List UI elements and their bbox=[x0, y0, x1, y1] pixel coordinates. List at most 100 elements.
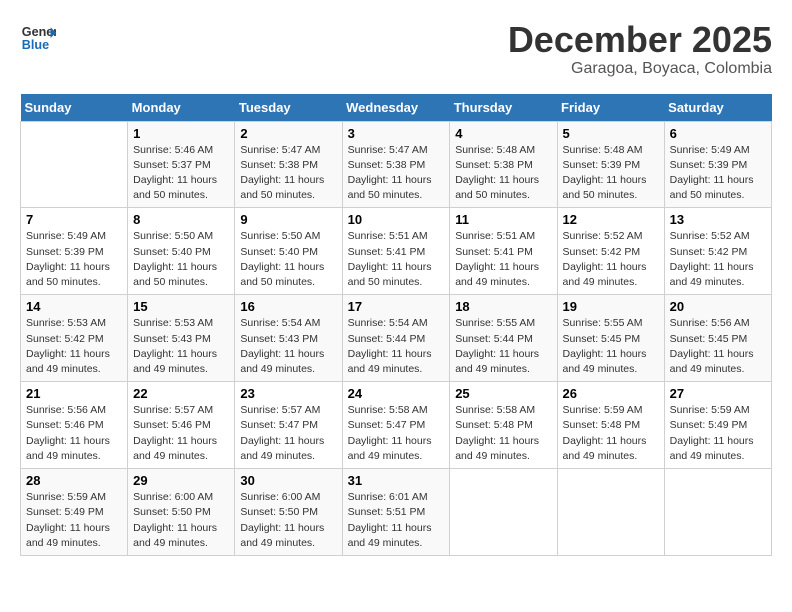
calendar-cell: 2 Sunrise: 5:47 AM Sunset: 5:38 PM Daylig… bbox=[235, 121, 342, 208]
calendar-cell: 3 Sunrise: 5:47 AM Sunset: 5:38 PM Daylig… bbox=[342, 121, 450, 208]
day-info: Sunrise: 5:58 AM Sunset: 5:47 PM Dayligh… bbox=[348, 403, 445, 464]
calendar-cell: 7 Sunrise: 5:49 AM Sunset: 5:39 PM Daylig… bbox=[21, 208, 128, 295]
calendar-cell: 21 Sunrise: 5:56 AM Sunset: 5:46 PM Dayli… bbox=[21, 382, 128, 469]
day-number: 25 bbox=[455, 386, 551, 401]
day-info: Sunrise: 5:53 AM Sunset: 5:43 PM Dayligh… bbox=[133, 316, 229, 377]
day-info: Sunrise: 5:57 AM Sunset: 5:47 PM Dayligh… bbox=[240, 403, 336, 464]
day-info: Sunrise: 5:59 AM Sunset: 5:49 PM Dayligh… bbox=[670, 403, 766, 464]
calendar-week-1: 1 Sunrise: 5:46 AM Sunset: 5:37 PM Daylig… bbox=[21, 121, 772, 208]
calendar-cell: 18Sunrise: 5:55 AM Sunset: 5:44 PM Dayli… bbox=[450, 295, 557, 382]
weekday-header-sunday: Sunday bbox=[21, 94, 128, 122]
day-number: 19 bbox=[563, 299, 659, 314]
day-info: Sunrise: 5:54 AM Sunset: 5:44 PM Dayligh… bbox=[348, 316, 445, 377]
day-info: Sunrise: 5:46 AM Sunset: 5:37 PM Dayligh… bbox=[133, 143, 229, 204]
calendar-cell: 22 Sunrise: 5:57 AM Sunset: 5:46 PM Dayli… bbox=[128, 382, 235, 469]
day-info: Sunrise: 5:56 AM Sunset: 5:45 PM Dayligh… bbox=[670, 316, 766, 377]
calendar-cell: 24 Sunrise: 5:58 AM Sunset: 5:47 PM Dayli… bbox=[342, 382, 450, 469]
day-number: 3 bbox=[348, 126, 445, 141]
day-info: Sunrise: 5:58 AM Sunset: 5:48 PM Dayligh… bbox=[455, 403, 551, 464]
day-number: 28 bbox=[26, 473, 122, 488]
day-number: 18 bbox=[455, 299, 551, 314]
weekday-header-monday: Monday bbox=[128, 94, 235, 122]
calendar-cell: 14Sunrise: 5:53 AM Sunset: 5:42 PM Dayli… bbox=[21, 295, 128, 382]
calendar-cell: 31Sunrise: 6:01 AM Sunset: 5:51 PM Dayli… bbox=[342, 469, 450, 556]
weekday-header-thursday: Thursday bbox=[450, 94, 557, 122]
day-number: 9 bbox=[240, 212, 336, 227]
day-number: 8 bbox=[133, 212, 229, 227]
calendar-cell: 5 Sunrise: 5:48 AM Sunset: 5:39 PM Daylig… bbox=[557, 121, 664, 208]
calendar-cell: 1 Sunrise: 5:46 AM Sunset: 5:37 PM Daylig… bbox=[128, 121, 235, 208]
day-info: Sunrise: 5:48 AM Sunset: 5:38 PM Dayligh… bbox=[455, 143, 551, 204]
calendar-cell: 16 Sunrise: 5:54 AM Sunset: 5:43 PM Dayli… bbox=[235, 295, 342, 382]
day-info: Sunrise: 5:54 AM Sunset: 5:43 PM Dayligh… bbox=[240, 316, 336, 377]
day-number: 5 bbox=[563, 126, 659, 141]
calendar-cell: 6 Sunrise: 5:49 AM Sunset: 5:39 PM Daylig… bbox=[664, 121, 771, 208]
day-number: 7 bbox=[26, 212, 122, 227]
calendar-cell: 27Sunrise: 5:59 AM Sunset: 5:49 PM Dayli… bbox=[664, 382, 771, 469]
calendar-cell: 20 Sunrise: 5:56 AM Sunset: 5:45 PM Dayli… bbox=[664, 295, 771, 382]
location-subtitle: Garagoa, Boyaca, Colombia bbox=[508, 60, 772, 78]
day-number: 4 bbox=[455, 126, 551, 141]
calendar-cell: 29Sunrise: 6:00 AM Sunset: 5:50 PM Dayli… bbox=[128, 469, 235, 556]
day-info: Sunrise: 5:49 AM Sunset: 5:39 PM Dayligh… bbox=[670, 143, 766, 204]
calendar-cell: 11 Sunrise: 5:51 AM Sunset: 5:41 PM Dayli… bbox=[450, 208, 557, 295]
month-title: December 2025 bbox=[508, 20, 772, 60]
day-number: 2 bbox=[240, 126, 336, 141]
day-info: Sunrise: 5:59 AM Sunset: 5:48 PM Dayligh… bbox=[563, 403, 659, 464]
day-number: 17 bbox=[348, 299, 445, 314]
day-info: Sunrise: 5:52 AM Sunset: 5:42 PM Dayligh… bbox=[670, 229, 766, 290]
day-number: 30 bbox=[240, 473, 336, 488]
day-info: Sunrise: 6:00 AM Sunset: 5:50 PM Dayligh… bbox=[133, 490, 229, 551]
day-number: 6 bbox=[670, 126, 766, 141]
day-number: 21 bbox=[26, 386, 122, 401]
svg-text:Blue: Blue bbox=[22, 38, 49, 52]
calendar-cell: 10 Sunrise: 5:51 AM Sunset: 5:41 PM Dayli… bbox=[342, 208, 450, 295]
day-number: 10 bbox=[348, 212, 445, 227]
day-info: Sunrise: 5:50 AM Sunset: 5:40 PM Dayligh… bbox=[133, 229, 229, 290]
day-info: Sunrise: 5:47 AM Sunset: 5:38 PM Dayligh… bbox=[348, 143, 445, 204]
weekday-header-tuesday: Tuesday bbox=[235, 94, 342, 122]
calendar-cell: 15 Sunrise: 5:53 AM Sunset: 5:43 PM Dayli… bbox=[128, 295, 235, 382]
calendar-cell bbox=[450, 469, 557, 556]
day-number: 22 bbox=[133, 386, 229, 401]
day-info: Sunrise: 5:51 AM Sunset: 5:41 PM Dayligh… bbox=[455, 229, 551, 290]
weekday-header-wednesday: Wednesday bbox=[342, 94, 450, 122]
day-number: 15 bbox=[133, 299, 229, 314]
calendar-cell bbox=[21, 121, 128, 208]
page-header: General Blue December 2025 Garagoa, Boya… bbox=[20, 20, 772, 78]
day-info: Sunrise: 5:56 AM Sunset: 5:46 PM Dayligh… bbox=[26, 403, 122, 464]
calendar-cell: 12Sunrise: 5:52 AM Sunset: 5:42 PM Dayli… bbox=[557, 208, 664, 295]
calendar-cell: 4 Sunrise: 5:48 AM Sunset: 5:38 PM Daylig… bbox=[450, 121, 557, 208]
calendar-week-4: 21 Sunrise: 5:56 AM Sunset: 5:46 PM Dayli… bbox=[21, 382, 772, 469]
calendar-cell: 28 Sunrise: 5:59 AM Sunset: 5:49 PM Dayli… bbox=[21, 469, 128, 556]
logo-icon: General Blue bbox=[20, 20, 56, 56]
weekday-header-saturday: Saturday bbox=[664, 94, 771, 122]
day-number: 12 bbox=[563, 212, 659, 227]
day-info: Sunrise: 5:48 AM Sunset: 5:39 PM Dayligh… bbox=[563, 143, 659, 204]
calendar-cell: 17 Sunrise: 5:54 AM Sunset: 5:44 PM Dayli… bbox=[342, 295, 450, 382]
day-info: Sunrise: 5:57 AM Sunset: 5:46 PM Dayligh… bbox=[133, 403, 229, 464]
day-number: 20 bbox=[670, 299, 766, 314]
day-info: Sunrise: 5:59 AM Sunset: 5:49 PM Dayligh… bbox=[26, 490, 122, 551]
day-info: Sunrise: 5:50 AM Sunset: 5:40 PM Dayligh… bbox=[240, 229, 336, 290]
day-info: Sunrise: 5:55 AM Sunset: 5:45 PM Dayligh… bbox=[563, 316, 659, 377]
calendar-cell: 23Sunrise: 5:57 AM Sunset: 5:47 PM Dayli… bbox=[235, 382, 342, 469]
day-info: Sunrise: 6:01 AM Sunset: 5:51 PM Dayligh… bbox=[348, 490, 445, 551]
day-number: 24 bbox=[348, 386, 445, 401]
day-info: Sunrise: 5:53 AM Sunset: 5:42 PM Dayligh… bbox=[26, 316, 122, 377]
day-number: 11 bbox=[455, 212, 551, 227]
day-info: Sunrise: 5:49 AM Sunset: 5:39 PM Dayligh… bbox=[26, 229, 122, 290]
calendar-cell bbox=[557, 469, 664, 556]
day-info: Sunrise: 5:51 AM Sunset: 5:41 PM Dayligh… bbox=[348, 229, 445, 290]
title-area: December 2025 Garagoa, Boyaca, Colombia bbox=[508, 20, 772, 78]
calendar-cell: 13Sunrise: 5:52 AM Sunset: 5:42 PM Dayli… bbox=[664, 208, 771, 295]
day-number: 1 bbox=[133, 126, 229, 141]
calendar-cell: 25 Sunrise: 5:58 AM Sunset: 5:48 PM Dayli… bbox=[450, 382, 557, 469]
calendar-cell: 8 Sunrise: 5:50 AM Sunset: 5:40 PM Daylig… bbox=[128, 208, 235, 295]
day-info: Sunrise: 6:00 AM Sunset: 5:50 PM Dayligh… bbox=[240, 490, 336, 551]
day-number: 26 bbox=[563, 386, 659, 401]
calendar-table: SundayMondayTuesdayWednesdayThursdayFrid… bbox=[20, 94, 772, 556]
day-info: Sunrise: 5:47 AM Sunset: 5:38 PM Dayligh… bbox=[240, 143, 336, 204]
calendar-week-2: 7 Sunrise: 5:49 AM Sunset: 5:39 PM Daylig… bbox=[21, 208, 772, 295]
day-number: 16 bbox=[240, 299, 336, 314]
